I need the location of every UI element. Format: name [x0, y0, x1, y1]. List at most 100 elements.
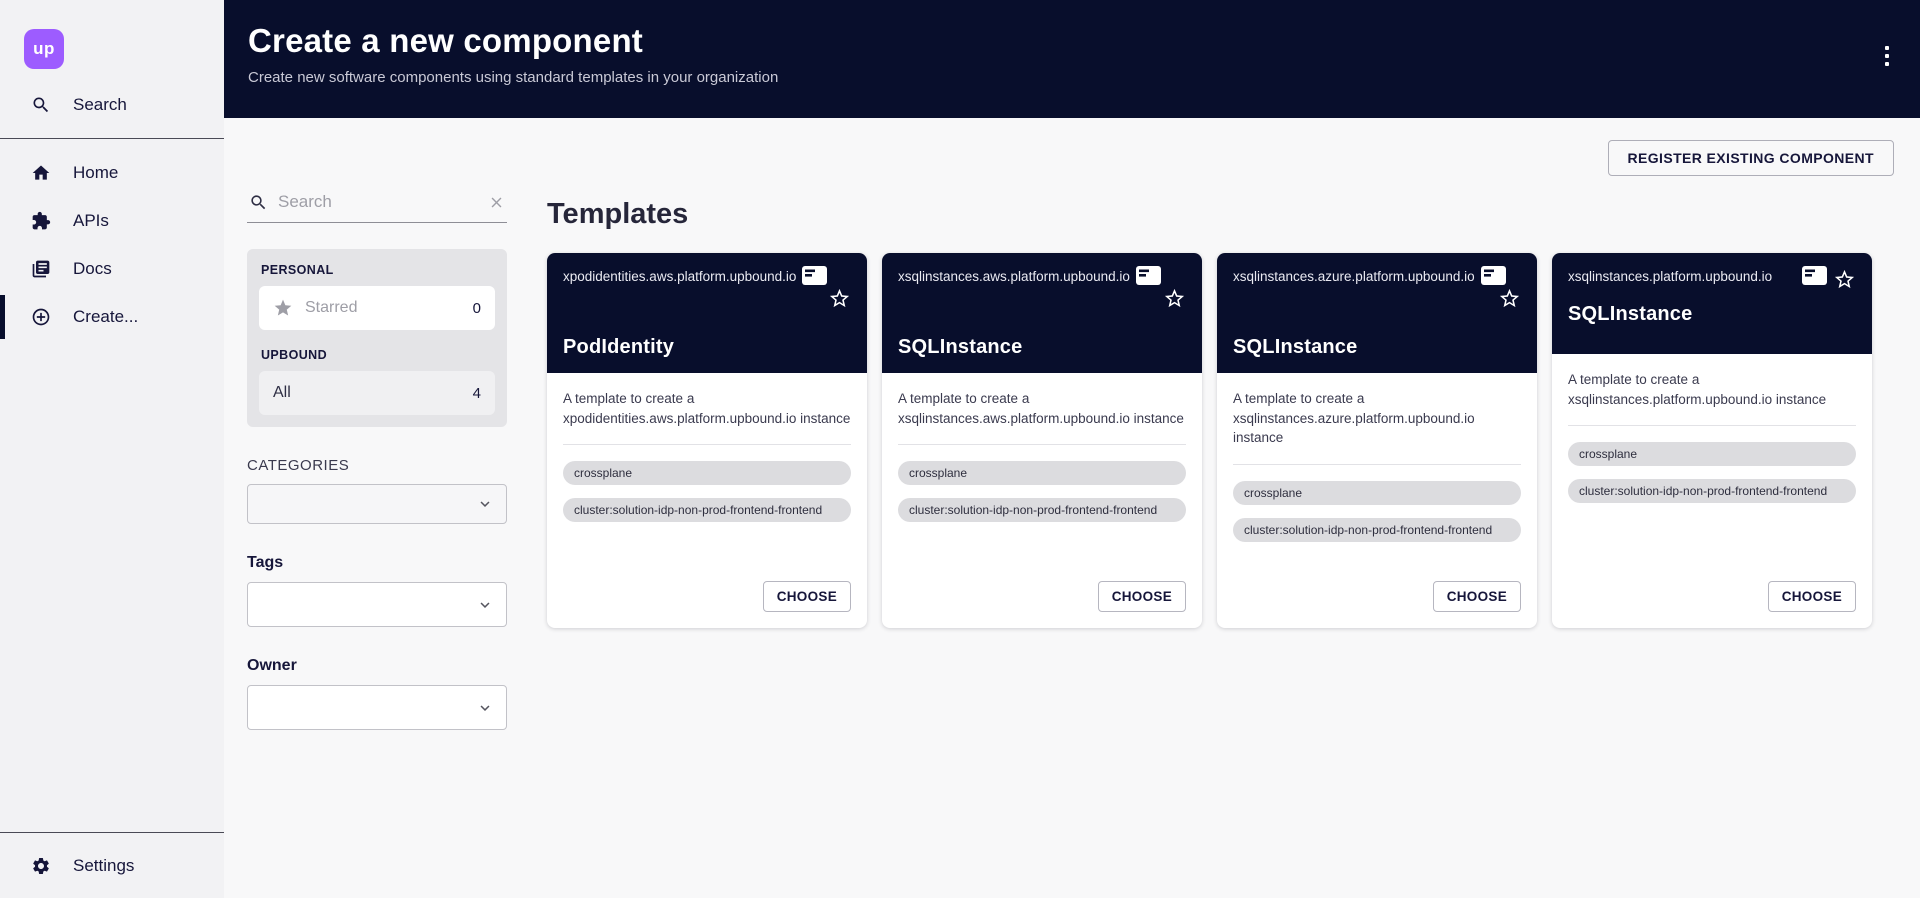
card-divider: [898, 444, 1186, 445]
chevron-down-icon: [476, 699, 494, 717]
sidebar-item-apis[interactable]: APIs: [0, 197, 224, 245]
toolbar: REGISTER EXISTING COMPONENT: [224, 118, 1920, 176]
template-card-header: xsqlinstances.platform.upbound.io SQLIns…: [1552, 253, 1872, 354]
template-title: SQLInstance: [1568, 303, 1856, 326]
star-outline-icon: [1833, 268, 1856, 291]
card-divider: [1233, 464, 1521, 465]
choose-button[interactable]: CHOOSE: [763, 581, 851, 612]
main-column: Create a new component Create new softwa…: [224, 0, 1920, 898]
starred-count: 0: [473, 300, 481, 317]
template-description: A template to create a xsqlinstances.azu…: [1233, 389, 1521, 448]
template-title: PodIdentity: [563, 336, 851, 359]
sidebar-item-search[interactable]: Search: [0, 81, 224, 129]
star-toggle[interactable]: [1833, 268, 1856, 291]
template-name: xsqlinstances.aws.platform.upbound.io: [898, 268, 1130, 286]
sidebar-spacer: [0, 341, 224, 832]
clear-search-icon[interactable]: [488, 194, 505, 211]
templates-section: Templates xpodidentities.aws.platform.up…: [547, 188, 1920, 628]
sidebar-item-docs[interactable]: Docs: [0, 245, 224, 293]
sidebar-item-label: Docs: [73, 259, 112, 279]
register-existing-component-button[interactable]: REGISTER EXISTING COMPONENT: [1608, 140, 1895, 176]
star-icon: [273, 298, 293, 318]
tag-chip: crossplane: [563, 461, 851, 485]
choose-button[interactable]: CHOOSE: [1768, 581, 1856, 612]
template-card-body: A template to create a xsqlinstances.aws…: [882, 373, 1202, 628]
star-outline-icon: [1163, 287, 1186, 310]
all-count: 4: [473, 385, 481, 402]
owner-label: Owner: [247, 657, 507, 675]
sidebar-search-label: Search: [73, 95, 127, 115]
template-card: xpodidentities.aws.platform.upbound.io P…: [547, 253, 867, 628]
template-description: A template to create a xsqlinstances.pla…: [1568, 370, 1856, 409]
template-name: xsqlinstances.platform.upbound.io: [1568, 268, 1772, 286]
template-tags: crossplane cluster:solution-idp-non-prod-…: [1233, 481, 1521, 555]
template-tags: crossplanecluster:solution-idp-non-prod-…: [1568, 442, 1856, 516]
choose-button[interactable]: CHOOSE: [1098, 581, 1186, 612]
star-outline-icon: [828, 287, 851, 310]
upbound-section-label: UPBOUND: [261, 348, 495, 362]
upbound-logo[interactable]: up: [24, 29, 64, 69]
all-filter-row[interactable]: All 4: [259, 371, 495, 415]
star-outline-icon: [1498, 287, 1521, 310]
template-tags: crossplane cluster:solution-idp-non-prod-…: [898, 461, 1186, 535]
chevron-down-icon: [476, 596, 494, 614]
content-area: REGISTER EXISTING COMPONENT PERSONAL Sta…: [224, 118, 1920, 898]
tag-chip: crossplane: [1568, 442, 1856, 466]
template-cards-grid: xpodidentities.aws.platform.upbound.io P…: [547, 253, 1920, 628]
template-title: SQLInstance: [898, 336, 1186, 359]
sidebar-item-create[interactable]: Create...: [0, 293, 224, 341]
owner-filter-section: Owner: [247, 657, 507, 730]
page-header: Create a new component Create new softwa…: [224, 0, 1920, 118]
owner-select[interactable]: [247, 685, 507, 730]
sidebar-item-label: Create...: [73, 307, 138, 327]
add-circle-icon: [31, 307, 51, 327]
sidebar-settings-label: Settings: [73, 856, 134, 876]
gear-icon: [31, 856, 51, 876]
template-card: xsqlinstances.platform.upbound.io SQLIns…: [1552, 253, 1872, 628]
tag-chip: crossplane: [1233, 481, 1521, 505]
chevron-down-icon: [476, 495, 494, 513]
categories-label: CATEGORIES: [247, 457, 507, 474]
sidebar: up Search Home APIs Docs Create... Setti…: [0, 0, 224, 898]
tag-chip: cluster:solution-idp-non-prod-frontend-f…: [898, 498, 1186, 522]
card-divider: [563, 444, 851, 445]
template-type-icon: [1481, 266, 1506, 285]
filters-panel: PERSONAL Starred 0 UPBOUND All 4 CATEGOR…: [247, 188, 507, 730]
starred-filter-row[interactable]: Starred 0: [259, 286, 495, 330]
filter-search: [247, 188, 507, 223]
star-toggle[interactable]: [1498, 287, 1521, 310]
docs-icon: [31, 259, 51, 279]
page-subtitle: Create new software components using sta…: [248, 69, 1920, 86]
template-name: xpodidentities.aws.platform.upbound.io: [563, 268, 796, 286]
home-icon: [31, 163, 51, 183]
filter-search-input[interactable]: [278, 192, 478, 212]
template-card-body: A template to create a xpodidentities.aw…: [547, 373, 867, 628]
template-type-icon: [1802, 266, 1827, 285]
tags-filter-section: Tags: [247, 554, 507, 627]
sidebar-item-label: Home: [73, 163, 118, 183]
templates-heading: Templates: [547, 198, 1920, 231]
search-icon: [249, 193, 268, 212]
choose-button[interactable]: CHOOSE: [1433, 581, 1521, 612]
sidebar-item-settings[interactable]: Settings: [0, 842, 224, 890]
template-type-icon: [802, 266, 827, 285]
ownership-filter-panel: PERSONAL Starred 0 UPBOUND All 4: [247, 249, 507, 427]
star-toggle[interactable]: [1163, 287, 1186, 310]
all-label: All: [273, 384, 291, 402]
sidebar-item-home[interactable]: Home: [0, 149, 224, 197]
sidebar-divider-bottom: [0, 832, 224, 833]
template-card: xsqlinstances.azure.platform.upbound.io …: [1217, 253, 1537, 628]
search-icon: [31, 95, 51, 115]
tags-select[interactable]: [247, 582, 507, 627]
categories-select[interactable]: [247, 484, 507, 524]
personal-section-label: PERSONAL: [261, 263, 495, 277]
categories-filter-section: CATEGORIES: [247, 457, 507, 524]
template-name: xsqlinstances.azure.platform.upbound.io: [1233, 268, 1475, 286]
star-toggle[interactable]: [828, 287, 851, 310]
template-card: xsqlinstances.aws.platform.upbound.io SQ…: [882, 253, 1202, 628]
sidebar-item-label: APIs: [73, 211, 109, 231]
kebab-menu-icon[interactable]: [1881, 42, 1893, 70]
sidebar-nav: Home APIs Docs Create...: [0, 139, 224, 341]
tag-chip: cluster:solution-idp-non-prod-frontend-f…: [1233, 518, 1521, 542]
tag-chip: crossplane: [898, 461, 1186, 485]
